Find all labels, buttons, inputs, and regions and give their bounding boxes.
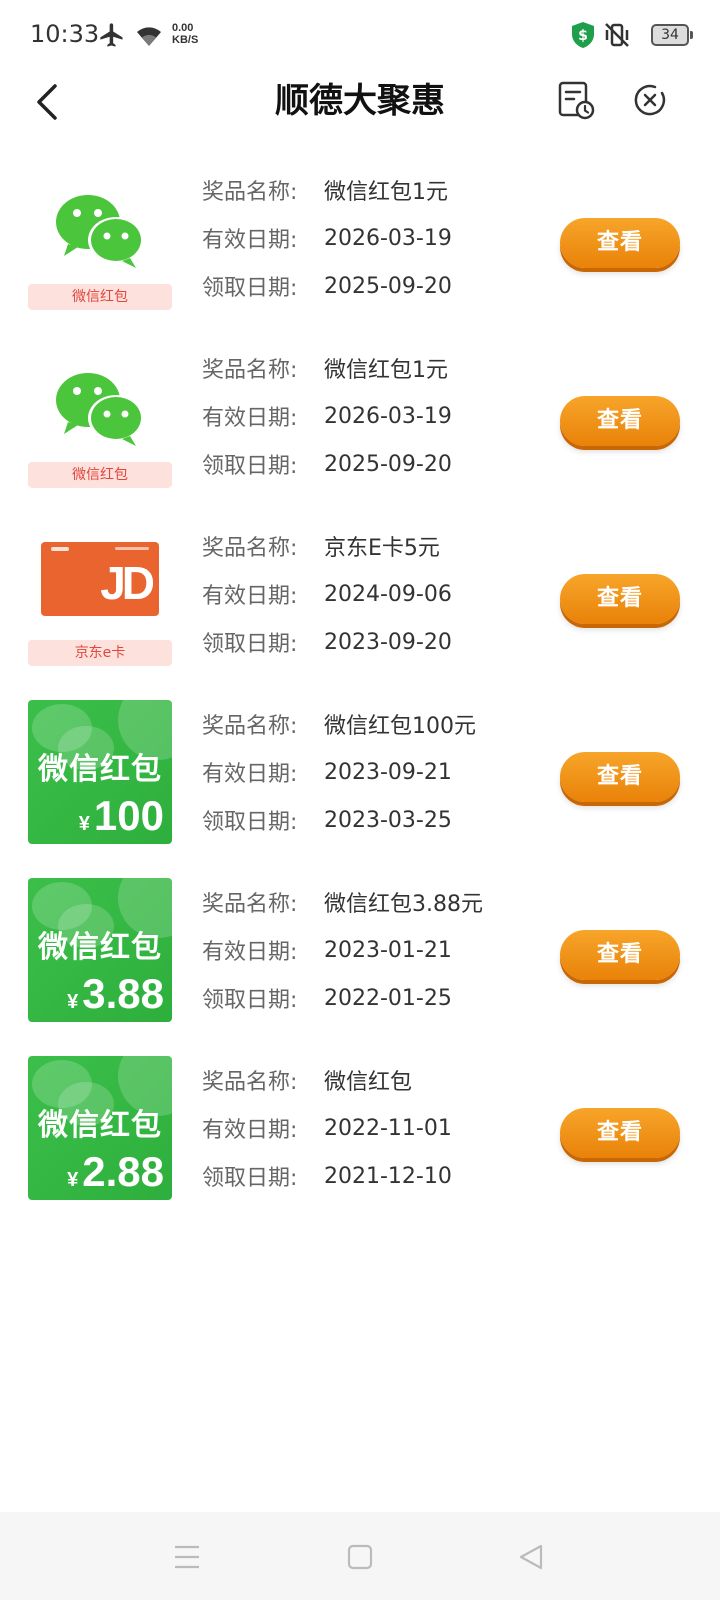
prize-image: 微信红包 bbox=[28, 166, 172, 310]
receive-date: 2023-09-20 bbox=[324, 629, 452, 655]
battery-icon: 34 bbox=[651, 24, 693, 46]
prize-info: 奖品名称: 微信红包100元 有效日期: 2023-09-21 领取日期: 2023-… bbox=[202, 700, 532, 844]
prize-info: 奖品名称: 微信红包3.88元 有效日期: 2023-01-21 领取日期: 2022… bbox=[202, 878, 532, 1022]
prize-image: 微信红包 ¥100 bbox=[28, 700, 172, 844]
prize-info: 奖品名称: 微信红包1元 有效日期: 2026-03-19 领取日期: 2025-09… bbox=[202, 166, 532, 310]
wechat-logo-icon bbox=[56, 373, 144, 446]
prize-image: 微信红包 bbox=[28, 344, 172, 488]
prize-name: 微信红包3.88元 bbox=[324, 892, 483, 917]
record-history-icon bbox=[558, 81, 595, 120]
view-button[interactable]: 查看 bbox=[560, 574, 680, 624]
prize-image-label: 微信红包 bbox=[28, 284, 172, 310]
valid-date-label: 有效日期: bbox=[202, 762, 298, 787]
prize-info: 奖品名称: 京东E卡5元 有效日期: 2024-09-06 领取日期: 2023-09… bbox=[202, 522, 532, 666]
prize-image-label: 微信红包 bbox=[28, 462, 172, 488]
menu-button[interactable] bbox=[172, 1542, 202, 1572]
valid-date-label: 有效日期: bbox=[202, 584, 298, 609]
system-nav-bar bbox=[0, 1512, 720, 1600]
valid-date: 2024-09-06 bbox=[324, 581, 452, 607]
receive-date-label: 领取日期: bbox=[202, 632, 298, 657]
wifi-icon bbox=[134, 20, 164, 50]
home-square-icon bbox=[347, 1544, 373, 1570]
menu-icon bbox=[175, 1545, 199, 1569]
valid-date-label: 有效日期: bbox=[202, 406, 298, 431]
receive-date-label: 领取日期: bbox=[202, 276, 298, 301]
prize-image: 微信红包 ¥2.88 bbox=[28, 1056, 172, 1200]
hongbao-amount: ¥3.88 bbox=[67, 970, 164, 1017]
close-circle-icon bbox=[634, 84, 666, 116]
header: 顺德大聚惠 bbox=[0, 70, 720, 160]
list-item: 微信红包 ¥3.88 奖品名称: 微信红包3.88元 有效日期: 2023-01-2… bbox=[0, 872, 720, 1050]
receive-date: 2021-12-10 bbox=[324, 1163, 452, 1189]
valid-date: 2022-11-01 bbox=[324, 1115, 452, 1141]
valid-date-label: 有效日期: bbox=[202, 940, 298, 965]
list-item: JD 京东e卡 奖品名称: 京东E卡5元 有效日期: 2024-09-06 领取日期… bbox=[0, 516, 720, 694]
hongbao-amount: ¥2.88 bbox=[67, 1148, 164, 1195]
view-button[interactable]: 查看 bbox=[560, 396, 680, 446]
view-button[interactable]: 查看 bbox=[560, 1108, 680, 1158]
home-button[interactable] bbox=[345, 1542, 375, 1572]
receive-date: 2025-09-20 bbox=[324, 451, 452, 477]
receive-date-label: 领取日期: bbox=[202, 988, 298, 1013]
svg-text:$: $ bbox=[578, 28, 588, 44]
record-history-button[interactable] bbox=[554, 76, 598, 124]
prize-image-label: 京东e卡 bbox=[28, 640, 172, 666]
view-button[interactable]: 查看 bbox=[560, 752, 680, 802]
receive-date-label: 领取日期: bbox=[202, 1166, 298, 1191]
page-title: 顺德大聚惠 bbox=[275, 81, 445, 121]
mute-vibrate-icon bbox=[602, 20, 632, 50]
list-item: 微信红包 奖品名称: 微信红包1元 有效日期: 2026-03-19 领取日期: 20… bbox=[0, 160, 720, 338]
system-back-button[interactable] bbox=[516, 1542, 546, 1572]
close-mini-program-button[interactable] bbox=[628, 76, 672, 124]
valid-date-label: 有效日期: bbox=[202, 228, 298, 253]
wechat-logo-icon bbox=[56, 195, 144, 268]
prize-name-label: 奖品名称: bbox=[202, 892, 298, 917]
valid-date: 2023-09-21 bbox=[324, 759, 452, 785]
valid-date: 2026-03-19 bbox=[324, 403, 452, 429]
shield-dollar-icon: $ bbox=[570, 20, 596, 50]
status-time: 10:33 bbox=[30, 20, 100, 48]
receive-date-label: 领取日期: bbox=[202, 454, 298, 479]
receive-date: 2023-03-25 bbox=[324, 807, 452, 833]
prize-name-label: 奖品名称: bbox=[202, 180, 298, 205]
back-triangle-icon bbox=[519, 1544, 543, 1570]
valid-date-label: 有效日期: bbox=[202, 1118, 298, 1143]
prize-list: 微信红包 奖品名称: 微信红包1元 有效日期: 2026-03-19 领取日期: 20… bbox=[0, 160, 720, 1228]
prize-name: 微信红包1元 bbox=[324, 180, 448, 205]
hongbao-title: 微信红包 bbox=[38, 1108, 162, 1143]
list-item: 微信红包 ¥100 奖品名称: 微信红包100元 有效日期: 2023-09-21 … bbox=[0, 694, 720, 872]
receive-date: 2025-09-20 bbox=[324, 273, 452, 299]
jd-logo: JD bbox=[100, 557, 155, 609]
list-item: 微信红包 ¥2.88 奖品名称: 微信红包 有效日期: 2022-11-01 领取日… bbox=[0, 1050, 720, 1228]
prize-image: 微信红包 ¥3.88 bbox=[28, 878, 172, 1022]
valid-date: 2026-03-19 bbox=[324, 225, 452, 251]
hongbao-title: 微信红包 bbox=[38, 752, 162, 787]
prize-name: 微信红包 bbox=[324, 1070, 413, 1095]
prize-image: JD 京东e卡 bbox=[28, 522, 172, 666]
list-item: 微信红包 奖品名称: 微信红包1元 有效日期: 2026-03-19 领取日期: 20… bbox=[0, 338, 720, 516]
valid-date: 2023-01-21 bbox=[324, 937, 452, 963]
prize-name-label: 奖品名称: bbox=[202, 536, 298, 561]
prize-name: 京东E卡5元 bbox=[324, 536, 440, 561]
receive-date: 2022-01-25 bbox=[324, 985, 452, 1011]
net-speed: 0.00 KB/S bbox=[172, 22, 199, 46]
prize-name-label: 奖品名称: bbox=[202, 714, 298, 739]
prize-name: 微信红包100元 bbox=[324, 714, 476, 739]
prize-name-label: 奖品名称: bbox=[202, 1070, 298, 1095]
prize-info: 奖品名称: 微信红包1元 有效日期: 2026-03-19 领取日期: 2025-09… bbox=[202, 344, 532, 488]
prize-name-label: 奖品名称: bbox=[202, 358, 298, 383]
view-button[interactable]: 查看 bbox=[560, 930, 680, 980]
airplane-icon bbox=[98, 20, 126, 50]
prize-name: 微信红包1元 bbox=[324, 358, 448, 383]
hongbao-amount: ¥100 bbox=[78, 792, 164, 839]
view-button[interactable]: 查看 bbox=[560, 218, 680, 268]
hongbao-title: 微信红包 bbox=[38, 930, 162, 965]
prize-info: 奖品名称: 微信红包 有效日期: 2022-11-01 领取日期: 2021-12-1… bbox=[202, 1056, 532, 1200]
receive-date-label: 领取日期: bbox=[202, 810, 298, 835]
status-bar: 10:33 0.00 KB/S $ 34 bbox=[0, 0, 720, 70]
jd-card-image: JD bbox=[41, 542, 159, 616]
